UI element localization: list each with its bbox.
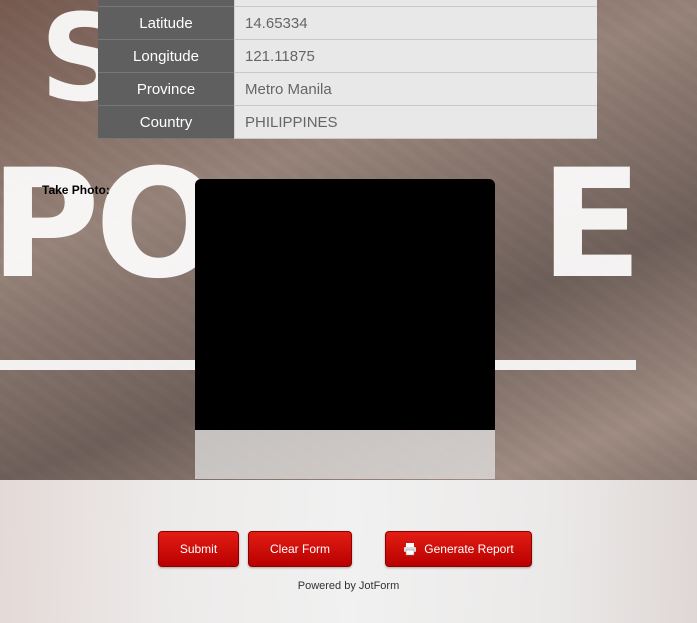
printer-icon: [403, 542, 417, 556]
country-value: PHILIPPINES: [234, 106, 597, 139]
clear-form-button-label: Clear Form: [269, 542, 330, 556]
clear-form-button[interactable]: Clear Form: [248, 531, 352, 567]
latitude-label: Latitude: [98, 7, 234, 40]
submit-button[interactable]: Submit: [158, 531, 239, 567]
row-label: [98, 0, 234, 7]
table-row-longitude: Longitude 121.11875: [98, 40, 597, 73]
table-row: [98, 0, 597, 7]
province-label: Province: [98, 73, 234, 106]
province-value: Metro Manila: [234, 73, 597, 106]
table-row-province: Province Metro Manila: [98, 73, 597, 106]
camera-controls-area[interactable]: [195, 430, 495, 479]
take-photo-label: Take Photo:: [42, 183, 110, 197]
powered-by-link[interactable]: Powered by JotForm: [0, 580, 697, 592]
submit-button-label: Submit: [179, 542, 218, 556]
bg-letter-p: P: [0, 138, 100, 312]
camera-preview[interactable]: [195, 179, 495, 430]
generate-report-button[interactable]: Generate Report: [385, 531, 532, 567]
table-row-country: Country PHILIPPINES: [98, 106, 597, 139]
latitude-value: 14.65334: [234, 7, 597, 40]
location-table: Latitude 14.65334 Longitude 121.11875 Pr…: [98, 0, 597, 139]
bg-letter-e: E: [540, 138, 643, 312]
table-row-latitude: Latitude 14.65334: [98, 7, 597, 40]
longitude-label: Longitude: [98, 40, 234, 73]
country-label: Country: [98, 106, 234, 139]
generate-report-button-label: Generate Report: [424, 542, 514, 556]
row-value: [234, 0, 597, 7]
longitude-value: 121.11875: [234, 40, 597, 73]
